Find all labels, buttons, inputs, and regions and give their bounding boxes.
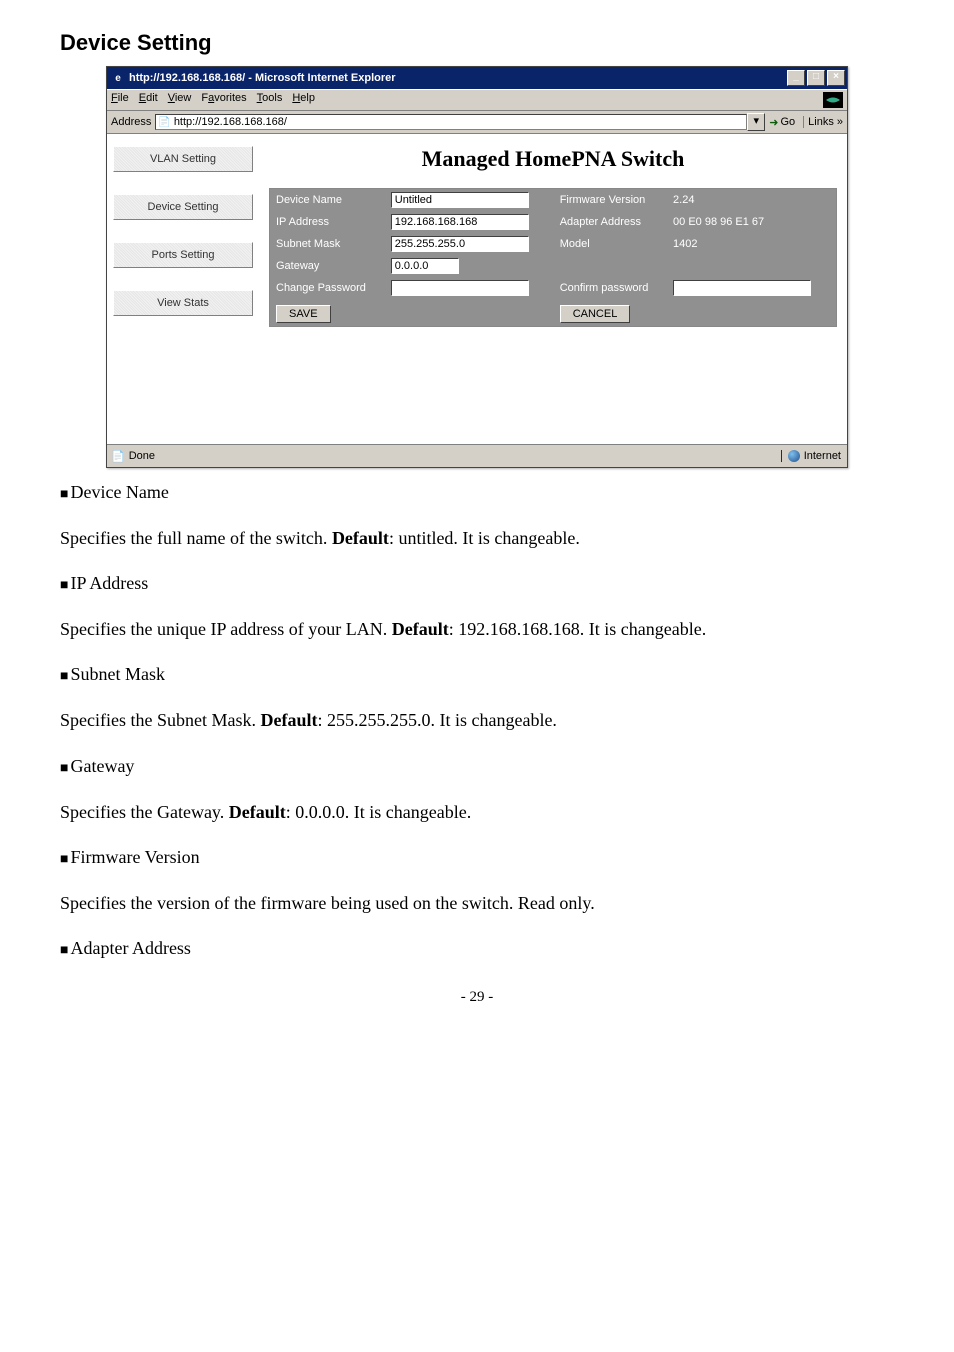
- sidebar-item-vlan[interactable]: VLAN Setting: [113, 146, 253, 172]
- sidebar-item-ports[interactable]: Ports Setting: [113, 242, 253, 268]
- bullet-device-name: Device Name: [60, 482, 894, 503]
- save-button[interactable]: SAVE: [276, 305, 331, 323]
- page-icon: 📄: [158, 117, 170, 128]
- page-content: VLAN Setting Device Setting Ports Settin…: [107, 134, 847, 444]
- label-model: Model: [554, 233, 667, 255]
- label-change-password: Change Password: [270, 277, 385, 299]
- page-title: Managed HomePNA Switch: [269, 146, 837, 172]
- status-bar: 📄 Done Internet: [107, 444, 847, 467]
- menu-help[interactable]: Help: [292, 92, 315, 108]
- label-ip-address: IP Address: [270, 211, 385, 233]
- change-password-field[interactable]: [391, 280, 529, 296]
- value-adapter-address: 00 E0 98 96 E1 67: [667, 211, 836, 233]
- main-pane: Managed HomePNA Switch Device Name Firmw…: [259, 134, 847, 444]
- minimize-button[interactable]: _: [787, 70, 805, 86]
- bullet-firmware-version: Firmware Version: [60, 847, 894, 868]
- bullet-ip-address: IP Address: [60, 573, 894, 594]
- cancel-button[interactable]: CANCEL: [560, 305, 631, 323]
- bullet-gateway: Gateway: [60, 756, 894, 777]
- address-bar: Address 📄 http://192.168.168.168/ ▾ ➜ Go…: [107, 110, 847, 134]
- bullet-adapter-address: Adapter Address: [60, 938, 894, 959]
- go-button[interactable]: ➜ Go: [769, 116, 795, 129]
- maximize-button[interactable]: □: [807, 70, 825, 86]
- para-gateway: Specifies the Gateway. Default: 0.0.0.0.…: [60, 795, 894, 829]
- menu-favorites[interactable]: Favorites: [201, 92, 246, 108]
- address-label: Address: [111, 116, 151, 128]
- label-firmware-version: Firmware Version: [554, 189, 667, 211]
- bullet-subnet-mask: Subnet Mask: [60, 664, 894, 685]
- label-confirm-password: Confirm password: [554, 277, 667, 299]
- globe-icon: [788, 450, 800, 462]
- sidebar: VLAN Setting Device Setting Ports Settin…: [107, 134, 259, 444]
- menu-bar: File Edit View Favorites Tools Help: [107, 89, 847, 110]
- config-table: Device Name Firmware Version 2.24 IP Add…: [269, 188, 837, 327]
- zone-label: Internet: [804, 450, 841, 462]
- subnet-mask-field[interactable]: [391, 236, 529, 252]
- menu-edit[interactable]: Edit: [139, 92, 158, 108]
- page-status-icon: 📄: [111, 450, 125, 463]
- para-ip-address: Specifies the unique IP address of your …: [60, 612, 894, 646]
- sidebar-item-device[interactable]: Device Setting: [113, 194, 253, 220]
- label-adapter-address: Adapter Address: [554, 211, 667, 233]
- ie-icon: e: [111, 71, 125, 85]
- page-number: - 29 -: [60, 989, 894, 1006]
- address-dropdown-icon[interactable]: ▾: [747, 113, 765, 131]
- go-arrow-icon: ➜: [769, 116, 778, 129]
- menu-tools[interactable]: Tools: [257, 92, 283, 108]
- doc-heading: Device Setting: [60, 30, 894, 56]
- device-name-field[interactable]: [391, 192, 529, 208]
- status-text: Done: [129, 450, 155, 462]
- window-title: http://192.168.168.168/ - Microsoft Inte…: [129, 72, 785, 84]
- confirm-password-field[interactable]: [673, 280, 811, 296]
- menu-file[interactable]: File: [111, 92, 129, 108]
- address-input[interactable]: 📄 http://192.168.168.168/: [155, 114, 747, 130]
- label-subnet-mask: Subnet Mask: [270, 233, 385, 255]
- value-model: 1402: [667, 233, 836, 255]
- window-titlebar: e http://192.168.168.168/ - Microsoft In…: [107, 67, 847, 89]
- label-gateway: Gateway: [270, 255, 385, 277]
- label-device-name: Device Name: [270, 189, 385, 211]
- para-device-name: Specifies the full name of the switch. D…: [60, 521, 894, 555]
- para-subnet-mask: Specifies the Subnet Mask. Default: 255.…: [60, 703, 894, 737]
- sidebar-item-stats[interactable]: View Stats: [113, 290, 253, 316]
- security-zone: Internet: [781, 450, 841, 462]
- links-label[interactable]: Links »: [803, 116, 843, 128]
- close-button[interactable]: ×: [827, 70, 845, 86]
- browser-window: e http://192.168.168.168/ - Microsoft In…: [106, 66, 848, 468]
- value-firmware-version: 2.24: [667, 189, 836, 211]
- ip-address-field[interactable]: [391, 214, 529, 230]
- gateway-field[interactable]: [391, 258, 459, 274]
- menu-view[interactable]: View: [168, 92, 192, 108]
- address-value: http://192.168.168.168/: [174, 116, 287, 128]
- para-firmware-version: Specifies the version of the firmware be…: [60, 886, 894, 920]
- ie-logo-icon: [823, 92, 843, 108]
